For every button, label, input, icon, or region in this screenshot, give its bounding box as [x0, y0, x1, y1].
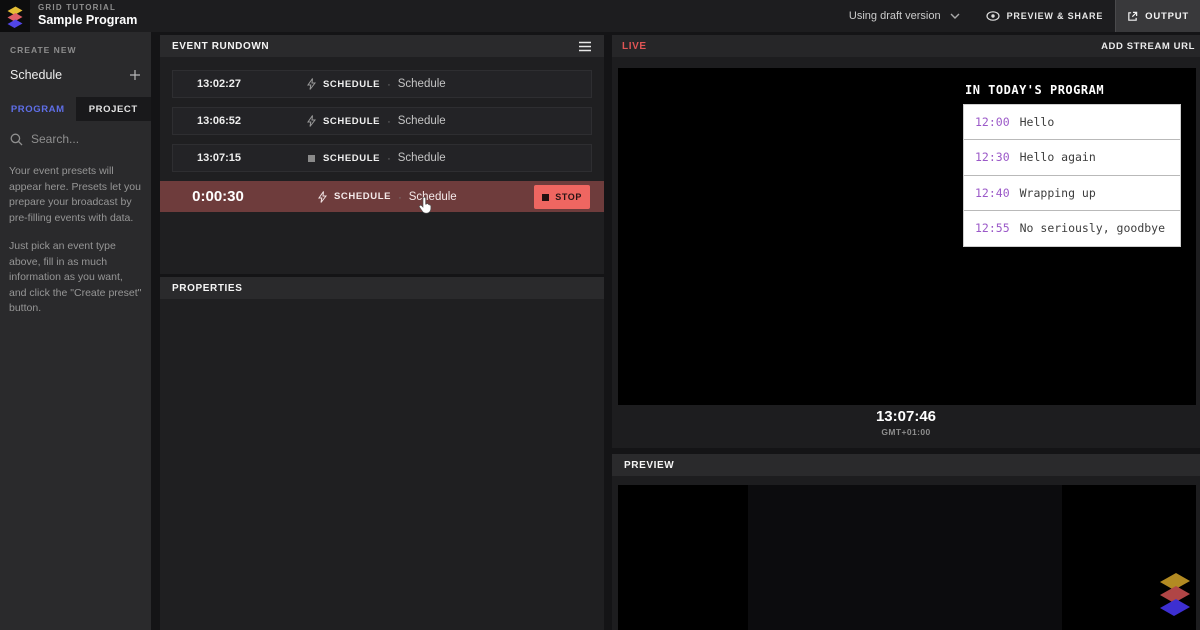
- preview-black-bar-left: [618, 485, 748, 630]
- program-item-time: 12:00: [975, 115, 1010, 130]
- app-logo[interactable]: [0, 0, 30, 32]
- event-type: SCHEDULE: [334, 191, 392, 202]
- event-name: Schedule: [397, 115, 446, 127]
- preview-panel: [612, 476, 1200, 630]
- properties-panel: [160, 299, 604, 630]
- preview-video-frame: [748, 485, 1062, 630]
- hamburger-menu-icon[interactable]: [578, 41, 592, 52]
- help-paragraph: Just pick an event type above, fill in a…: [9, 240, 142, 315]
- lightning-icon: [307, 115, 316, 127]
- square-icon: [308, 154, 315, 162]
- mouse-cursor: [418, 197, 432, 214]
- event-row[interactable]: 13:07:15 SCHEDULE Schedule: [172, 144, 592, 172]
- stop-button[interactable]: STOP: [534, 185, 590, 209]
- sidebar: CREATE NEW Schedule PROGRAM PROJECT Sear…: [0, 32, 151, 630]
- output-label: OUTPUT: [1145, 10, 1189, 22]
- event-time: 13:07:15: [196, 152, 242, 164]
- sidebar-tabs: PROGRAM PROJECT: [0, 97, 151, 121]
- separator-dot: [387, 112, 391, 130]
- event-rundown-title: EVENT RUNDOWN: [172, 40, 270, 52]
- program-overlay-title: IN TODAY'S PROGRAM: [965, 83, 1105, 97]
- lightning-icon: [318, 190, 327, 203]
- event-time: 13:06:52: [196, 115, 242, 127]
- separator-dot: [387, 149, 391, 167]
- program-item: 12:00 Hello: [964, 105, 1180, 141]
- program-item-label: No seriously, goodbye: [1019, 221, 1166, 236]
- middle-column: EVENT RUNDOWN 13:02:27 SCHEDULE Schedule…: [160, 35, 604, 630]
- search-input[interactable]: Search...: [0, 121, 151, 155]
- broadcast-clock: 13:07:46 GMT+01:00: [612, 408, 1200, 437]
- eye-icon: [986, 11, 1000, 21]
- clock-timezone: GMT+01:00: [881, 427, 931, 437]
- app-logo-icon: [7, 6, 23, 28]
- tab-program[interactable]: PROGRAM: [0, 97, 76, 121]
- program-item: 12:40 Wrapping up: [964, 176, 1180, 211]
- event-row[interactable]: 13:02:27 SCHEDULE Schedule: [172, 70, 592, 98]
- preview-share-button[interactable]: PREVIEW & SHARE: [986, 11, 1104, 21]
- preview-share-label: PREVIEW & SHARE: [1006, 11, 1104, 21]
- event-rundown-header: EVENT RUNDOWN: [160, 35, 604, 57]
- presets-help-text: Your event presets will appear here. Pre…: [0, 155, 151, 326]
- event-type: SCHEDULE: [323, 115, 381, 127]
- event-time: 13:02:27: [196, 78, 242, 90]
- search-placeholder: Search...: [31, 132, 80, 146]
- program-item-time: 12:55: [975, 221, 1010, 236]
- help-paragraph: Your event presets will appear here. Pre…: [9, 165, 141, 224]
- tab-project[interactable]: PROJECT: [75, 97, 151, 121]
- event-rundown-list: 13:02:27 SCHEDULE Schedule 13:06:52 SCHE…: [160, 57, 604, 274]
- program-item-time: 12:40: [975, 185, 1010, 200]
- stop-square-icon: [542, 193, 550, 201]
- chevron-down-icon: [950, 13, 960, 19]
- event-info: SCHEDULE Schedule: [318, 188, 457, 206]
- topbar-controls: Using draft version PREVIEW & SHARE OUTP…: [849, 0, 1200, 32]
- event-row[interactable]: 13:06:52 SCHEDULE Schedule: [172, 107, 592, 135]
- output-button[interactable]: OUTPUT: [1115, 0, 1200, 32]
- schedule-item-label: Schedule: [10, 68, 63, 82]
- plus-icon[interactable]: [129, 69, 141, 81]
- create-new-label: CREATE NEW: [10, 45, 77, 55]
- page-title: Sample Program: [38, 13, 138, 28]
- event-type: SCHEDULE: [323, 152, 381, 164]
- clock-time: 13:07:46: [875, 408, 937, 425]
- lightning-icon: [307, 78, 316, 90]
- properties-title: PROPERTIES: [172, 282, 243, 294]
- version-dropdown[interactable]: Using draft version: [849, 10, 960, 22]
- add-stream-url-button[interactable]: ADD STREAM URL: [1101, 41, 1195, 52]
- live-panel: IN TODAY'S PROGRAM 12:00 Hello 12:30 Hel…: [612, 57, 1200, 448]
- program-item-label: Wrapping up: [1019, 185, 1096, 200]
- program-item: 12:55 No seriously, goodbye: [964, 211, 1180, 246]
- stop-button-label: STOP: [555, 192, 582, 202]
- separator-dot: [398, 188, 402, 206]
- event-info: SCHEDULE Schedule: [307, 75, 446, 93]
- project-label: GRID TUTORIAL: [38, 3, 117, 13]
- live-badge: LIVE: [622, 40, 647, 52]
- properties-header: PROPERTIES: [160, 277, 604, 299]
- right-column: LIVE ADD STREAM URL IN TODAY'S PROGRAM 1…: [612, 35, 1200, 630]
- event-type: SCHEDULE: [323, 78, 381, 90]
- program-overlay-card: 12:00 Hello 12:30 Hello again 12:40 Wrap…: [963, 104, 1181, 247]
- watermark-logo: [1160, 573, 1190, 616]
- event-info: SCHEDULE Schedule: [307, 149, 446, 167]
- live-header: LIVE ADD STREAM URL: [612, 35, 1200, 57]
- preview-header: PREVIEW: [612, 454, 1200, 476]
- event-name: Schedule: [397, 78, 446, 90]
- sidebar-item-schedule[interactable]: Schedule: [0, 55, 151, 97]
- separator-dot: [387, 75, 391, 93]
- search-icon: [10, 133, 23, 145]
- program-item-label: Hello: [1019, 115, 1055, 130]
- program-item: 12:30 Hello again: [964, 140, 1180, 176]
- event-name: Schedule: [397, 152, 446, 164]
- external-link-icon: [1128, 11, 1138, 21]
- preview-title: PREVIEW: [624, 459, 675, 471]
- event-countdown: 0:00:30: [192, 188, 244, 205]
- event-info: SCHEDULE Schedule: [307, 112, 446, 130]
- live-video-output: IN TODAY'S PROGRAM 12:00 Hello 12:30 Hel…: [618, 68, 1196, 405]
- version-label: Using draft version: [848, 10, 941, 22]
- event-row-active[interactable]: 0:00:30 SCHEDULE Schedule STOP: [160, 181, 604, 212]
- program-item-time: 12:30: [975, 150, 1010, 165]
- program-item-label: Hello again: [1019, 150, 1096, 165]
- header-titles: GRID TUTORIAL Sample Program: [38, 3, 138, 28]
- top-bar: GRID TUTORIAL Sample Program Using draft…: [0, 0, 1200, 32]
